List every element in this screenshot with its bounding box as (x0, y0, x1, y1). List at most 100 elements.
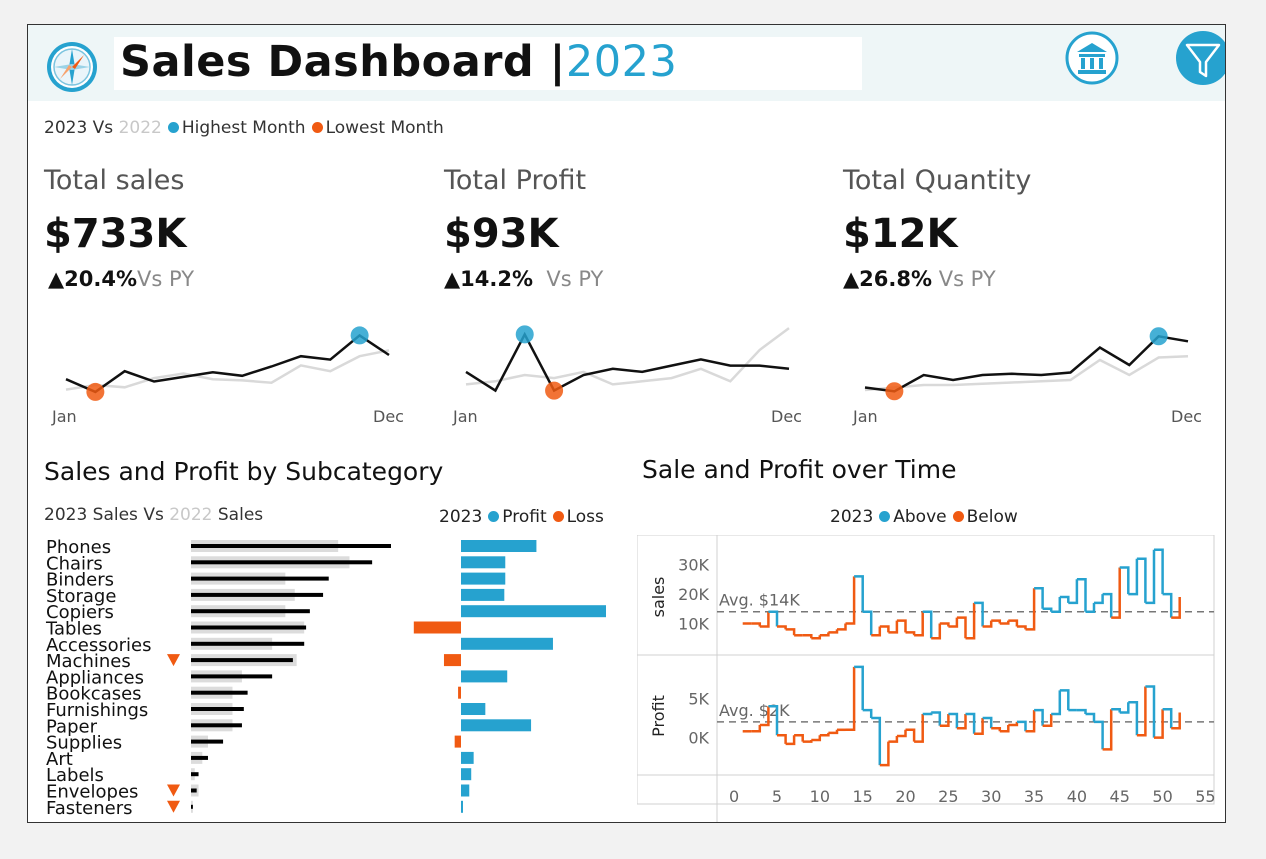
loss-bar[interactable] (443, 654, 461, 667)
sales-2023-bar[interactable] (191, 674, 273, 679)
week-step-below[interactable] (914, 611, 924, 637)
sales-2023-bar[interactable] (191, 544, 391, 548)
week-step-above[interactable] (1145, 549, 1156, 605)
week-step-above[interactable] (1051, 597, 1062, 613)
week-step-above[interactable] (974, 601, 984, 627)
week-step-below[interactable] (871, 626, 882, 637)
profit-bar[interactable] (461, 588, 505, 601)
week-step-above[interactable] (1136, 557, 1147, 603)
week-step-above[interactable] (982, 716, 993, 729)
week-step-above[interactable] (1076, 578, 1087, 612)
week-step-below[interactable] (811, 735, 822, 742)
week-step-below[interactable] (777, 625, 787, 630)
sales-2023-bar[interactable] (191, 641, 305, 646)
week-step-below[interactable] (879, 625, 890, 633)
week-step-below[interactable] (794, 734, 804, 742)
week-step-above[interactable] (1145, 685, 1156, 738)
week-step-below[interactable] (1025, 588, 1036, 631)
week-step-below[interactable] (999, 725, 1010, 733)
week-step-above[interactable] (1034, 586, 1044, 609)
loss-bar[interactable] (454, 735, 461, 748)
profit-bar[interactable] (461, 719, 532, 732)
week-step-below[interactable] (931, 623, 942, 640)
week-step-below[interactable] (811, 635, 822, 640)
week-step-above[interactable] (1128, 558, 1139, 596)
week-step-above[interactable] (1085, 602, 1096, 613)
week-step-below[interactable] (956, 616, 967, 639)
week-step-below[interactable] (1025, 710, 1036, 733)
week-step-below[interactable] (828, 729, 839, 735)
profit-bar[interactable] (461, 800, 463, 813)
week-step-below[interactable] (751, 622, 762, 627)
week-step-below[interactable] (845, 576, 856, 625)
week-step-below[interactable] (914, 714, 924, 743)
week-step-above[interactable] (922, 712, 933, 716)
week-step-above[interactable] (1128, 700, 1139, 736)
week-step-above[interactable] (854, 575, 864, 612)
sales-2023-bar[interactable] (191, 560, 373, 565)
highest-month-point[interactable] (350, 326, 369, 345)
week-step-above[interactable] (1059, 595, 1070, 603)
profit-bar[interactable] (461, 556, 506, 569)
week-step-below[interactable] (1171, 712, 1181, 730)
week-step-above[interactable] (1034, 708, 1044, 726)
week-step-below[interactable] (991, 619, 1002, 624)
week-step-below[interactable] (896, 619, 907, 633)
profit-bar[interactable] (461, 768, 472, 781)
week-step-below[interactable] (991, 726, 1002, 732)
week-step-below[interactable] (1102, 709, 1113, 751)
week-step-below[interactable] (888, 620, 899, 634)
sales-2023-bar[interactable] (191, 625, 307, 630)
week-step-below[interactable] (845, 666, 856, 732)
week-step-above[interactable] (1016, 720, 1027, 732)
week-step-above[interactable] (1154, 548, 1164, 595)
lowest-month-point[interactable] (885, 382, 904, 401)
profit-bar[interactable] (461, 605, 606, 618)
profit-bar[interactable] (461, 637, 553, 650)
profit-bar[interactable] (461, 784, 470, 797)
week-step-below[interactable] (785, 735, 796, 746)
profit-bar[interactable] (461, 703, 486, 715)
sales-2023-bar[interactable] (191, 723, 242, 728)
sales-2023-bar[interactable] (191, 804, 193, 809)
week-step-above[interactable] (1162, 592, 1173, 618)
week-step-above[interactable] (922, 610, 933, 639)
week-step-below[interactable] (1042, 714, 1053, 728)
week-step-above[interactable] (1085, 712, 1096, 722)
week-step-below[interactable] (751, 725, 762, 733)
highest-month-point[interactable] (515, 325, 534, 344)
week-step-above[interactable] (1094, 594, 1104, 605)
week-step-below[interactable] (777, 734, 787, 744)
bank-icon[interactable] (1065, 31, 1119, 85)
week-step-below[interactable] (837, 623, 847, 631)
week-step-below[interactable] (974, 718, 984, 735)
profit-bar[interactable] (461, 751, 474, 764)
lowest-month-point[interactable] (86, 382, 105, 401)
week-step-below[interactable] (905, 728, 916, 742)
profit-bar[interactable] (461, 670, 508, 683)
week-step-below[interactable] (819, 732, 830, 737)
sales-2023-bar[interactable] (191, 788, 197, 793)
sales-2023-bar[interactable] (191, 609, 310, 614)
sales-2023-bar[interactable] (191, 576, 329, 581)
week-step-below[interactable] (999, 620, 1010, 625)
week-step-below[interactable] (888, 736, 899, 743)
week-step-above[interactable] (1111, 708, 1121, 713)
week-step-above[interactable] (1059, 689, 1070, 711)
week-step-below[interactable] (939, 714, 950, 728)
week-step-above[interactable] (862, 610, 873, 636)
week-step-below[interactable] (879, 741, 890, 767)
week-step-below[interactable] (1016, 625, 1027, 630)
week-step-above[interactable] (1094, 720, 1104, 750)
sales-2023-bar[interactable] (191, 772, 199, 777)
week-step-below[interactable] (1111, 567, 1121, 619)
week-step-above[interactable] (862, 708, 873, 718)
profit-bar[interactable] (461, 572, 506, 585)
week-step-below[interactable] (939, 622, 950, 627)
week-step-below[interactable] (819, 632, 830, 637)
week-step-below[interactable] (982, 620, 993, 628)
lowest-month-point[interactable] (545, 381, 564, 400)
profit-bar[interactable] (461, 540, 537, 552)
week-step-above[interactable] (1119, 702, 1130, 714)
week-step-above[interactable] (768, 610, 779, 627)
